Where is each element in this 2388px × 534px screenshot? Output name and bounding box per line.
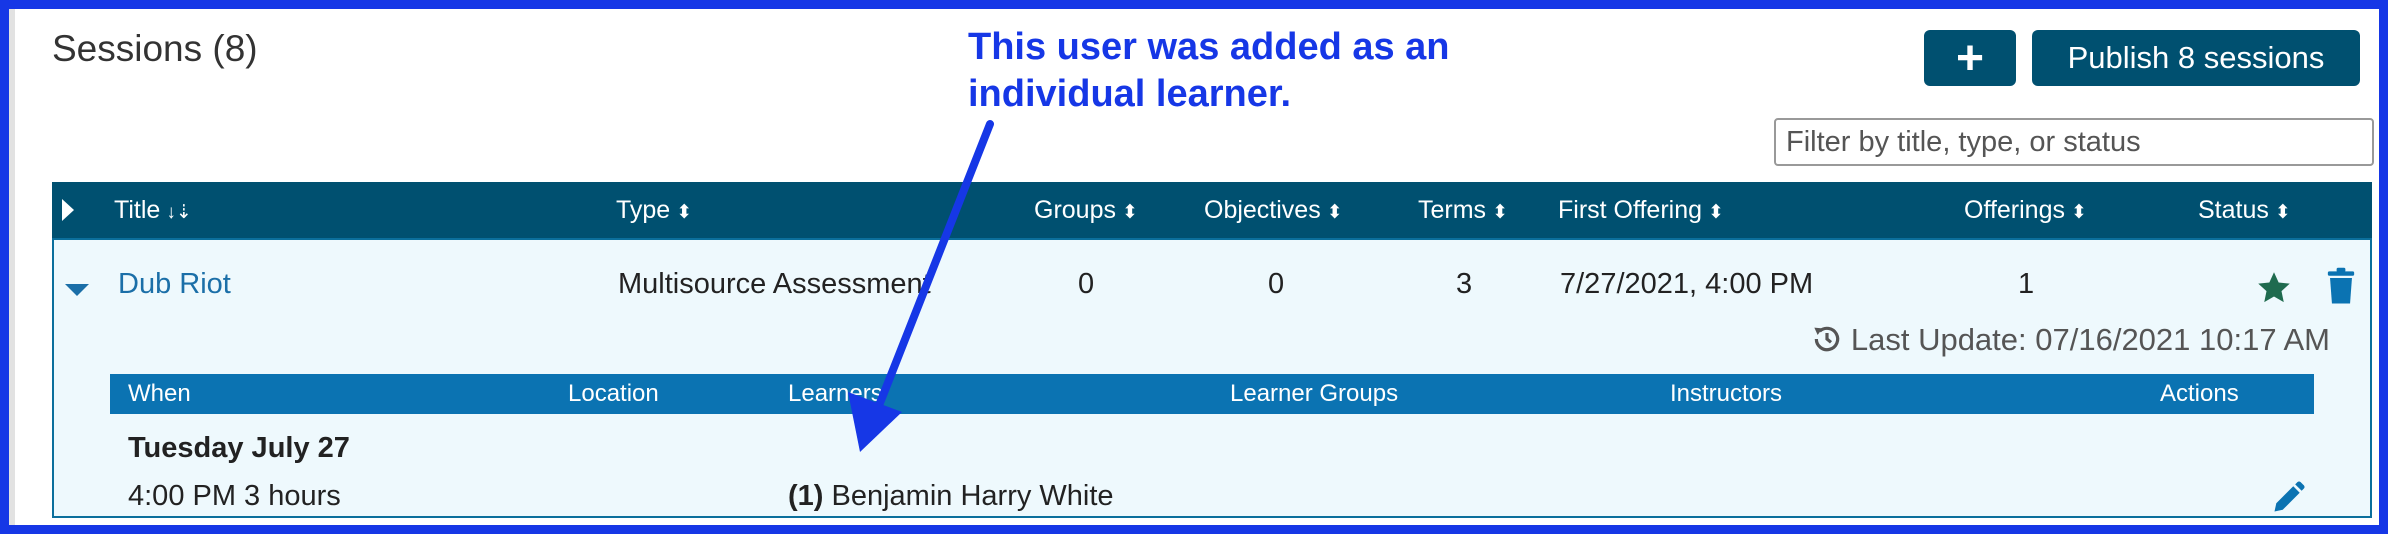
pencil-icon[interactable]: [2270, 480, 2306, 516]
column-offerings[interactable]: Offerings ⬍: [1964, 182, 2087, 238]
column-offerings-label: Offerings: [1964, 196, 2065, 224]
learner-name: Benjamin Harry White: [831, 480, 1114, 512]
offering-learners: (1) Benjamin Harry White: [788, 480, 1114, 513]
session-first-offering: 7/27/2021, 4:00 PM: [1560, 268, 1814, 300]
column-first-offering[interactable]: First Offering ⬍: [1558, 182, 1724, 238]
learner-count: (1): [788, 480, 824, 512]
add-session-button[interactable]: +: [1924, 30, 2016, 86]
column-title[interactable]: Title ↓⇣: [114, 182, 192, 238]
session-groups: 0: [1078, 268, 1095, 300]
plus-label: +: [1955, 31, 1985, 85]
column-terms[interactable]: Terms ⬍: [1418, 182, 1508, 238]
publish-label: Publish 8 sessions: [2067, 40, 2325, 75]
offering-column-learner-groups: Learner Groups: [1230, 380, 1399, 407]
offering-date-heading: Tuesday July 27: [128, 432, 350, 464]
filter-input[interactable]: [1774, 118, 2374, 166]
column-groups-label: Groups: [1034, 196, 1116, 224]
offering-time: 4:00 PM 3 hours: [128, 480, 341, 512]
column-status[interactable]: Status ⬍: [2198, 182, 2291, 238]
history-icon: [1814, 326, 1840, 352]
offering-column-actions: Actions: [2160, 380, 2239, 407]
sort-icon: ⬍: [1121, 202, 1138, 223]
column-terms-label: Terms: [1418, 196, 1487, 224]
session-type: Multisource Assessment: [618, 268, 931, 300]
offering-column-learners: Learners: [788, 380, 883, 407]
offering-column-when: When: [128, 380, 191, 407]
annotation-line-1: This user was added as an: [968, 26, 1450, 68]
star-icon: [2258, 272, 2290, 303]
sort-icon: ⬍: [1326, 202, 1343, 223]
offerings-table-header: When Location Learners Learner Groups In…: [110, 374, 2314, 414]
session-title-link[interactable]: Dub Riot: [118, 268, 231, 301]
sort-icon: ↓⇣: [166, 202, 192, 223]
annotation-text: This user was added as an individual lea…: [968, 24, 1568, 118]
sort-icon: ⬍: [2274, 202, 2291, 223]
offering-column-location: Location: [568, 380, 659, 407]
session-offerings: 1: [2018, 268, 2035, 300]
session-terms: 3: [1456, 268, 1473, 300]
column-groups[interactable]: Groups ⬍: [1034, 182, 1138, 238]
sort-icon: ⬍: [2070, 202, 2087, 223]
left-scroll-rail: [9, 9, 15, 525]
sessions-table-header: Title ↓⇣ Type ⬍ Groups ⬍ Objectives ⬍ Terms ⬍…: [52, 182, 2372, 238]
sort-icon: ⬍: [676, 202, 693, 223]
offering-column-instructors: Instructors: [1670, 380, 1783, 407]
column-type[interactable]: Type ⬍: [616, 182, 692, 238]
expand-all-icon[interactable]: [60, 197, 76, 223]
sort-icon: ⬍: [1492, 202, 1508, 223]
publish-sessions-button[interactable]: Publish 8 sessions: [2032, 30, 2360, 86]
column-type-label: Type: [616, 196, 671, 224]
column-objectives-label: Objectives: [1204, 196, 1321, 224]
session-objectives: 0: [1268, 268, 1285, 300]
sessions-heading: Sessions (8): [52, 28, 258, 69]
sort-icon: ⬍: [1708, 202, 1724, 223]
last-update: Last Update: 07/16/2021 10:17 AM: [1811, 322, 2330, 358]
column-objectives[interactable]: Objectives ⬍: [1204, 182, 1343, 238]
column-status-label: Status: [2198, 196, 2269, 224]
column-first-offering-label: First Offering: [1558, 196, 1703, 224]
column-title-label: Title: [114, 196, 161, 224]
last-update-text: Last Update: 07/16/2021 10:17 AM: [1850, 322, 2330, 357]
trash-icon[interactable]: [2326, 267, 2356, 305]
collapse-icon[interactable]: [64, 282, 90, 298]
annotation-line-2: individual learner.: [968, 73, 1292, 115]
